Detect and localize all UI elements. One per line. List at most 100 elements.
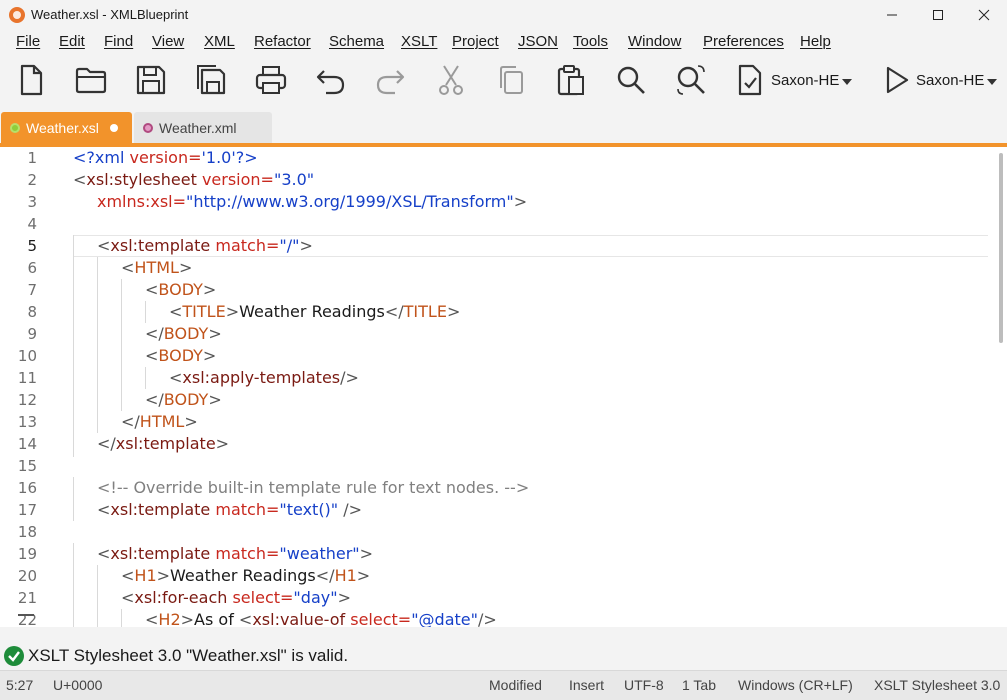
code-token: BODY: [158, 280, 203, 299]
run-engine-label[interactable]: Saxon-HE: [916, 72, 984, 89]
insert-mode[interactable]: Insert: [569, 677, 604, 693]
code-token: </: [315, 566, 335, 585]
modified-dot-icon: [109, 124, 118, 132]
code-line: <xsl:for-each select="day">: [121, 587, 351, 609]
validate-dropdown-icon[interactable]: [842, 79, 852, 85]
code-token: xsl:template: [110, 544, 216, 563]
menu-find[interactable]: Find: [104, 33, 133, 50]
find-replace-button[interactable]: [671, 60, 711, 100]
line-number: 5: [27, 237, 37, 255]
code-token: BODY: [158, 346, 203, 365]
code-line: </BODY>: [145, 389, 222, 411]
new-file-button[interactable]: [11, 60, 51, 100]
copy-button[interactable]: [491, 60, 531, 100]
code-token: H1: [334, 566, 357, 585]
run-dropdown-icon[interactable]: [987, 79, 997, 85]
run-button[interactable]: [876, 60, 916, 100]
code-token: </: [145, 390, 164, 409]
code-line: <TITLE>Weather Readings</TITLE>: [169, 301, 460, 323]
code-token: "http://www.w3.org/1999/XSL/Transform": [186, 192, 514, 211]
validate-button[interactable]: [730, 60, 770, 100]
fold-marker: [18, 614, 34, 616]
line-number: 10: [17, 347, 37, 365]
validate-engine-label[interactable]: Saxon-HE: [771, 72, 839, 89]
code-line: </BODY>: [145, 323, 222, 345]
menu-help[interactable]: Help: [800, 33, 831, 50]
code-token: xsl:value-of: [252, 610, 351, 627]
code-token: <: [97, 544, 111, 563]
new-file-icon: [20, 64, 43, 96]
copy-icon: [500, 66, 523, 94]
close-button[interactable]: [961, 0, 1007, 30]
paste-button[interactable]: [551, 60, 591, 100]
toolbar: Saxon-HE Saxon-HE: [0, 54, 1007, 110]
code-token: <: [238, 610, 253, 627]
code-editor[interactable]: 1 2 3 4 5 6 7 8 9 10 11 12 13 14 15 16 17 18 19 20 21 22 <?xm…: [0, 147, 1007, 627]
code-area[interactable]: <?xml version='1.0'?> <xsl:stylesheet ver…: [73, 147, 988, 627]
menu-json[interactable]: JSON: [518, 33, 558, 50]
undo-icon: [316, 70, 345, 95]
open-folder-icon: [75, 67, 107, 94]
vertical-scrollbar[interactable]: [993, 147, 1007, 627]
code-token: >: [180, 610, 195, 627]
menu-view[interactable]: View: [152, 33, 184, 50]
window-title: Weather.xsl - XMLBlueprint: [31, 7, 189, 22]
indent-guide: [121, 609, 122, 627]
menu-refactor[interactable]: Refactor: [254, 33, 311, 50]
code-token: <: [169, 302, 183, 321]
find-button[interactable]: [611, 60, 651, 100]
redo-button[interactable]: [370, 60, 410, 100]
save-all-button[interactable]: [191, 60, 231, 100]
scrollbar-thumb[interactable]: [999, 153, 1003, 343]
menu-xml[interactable]: XML: [204, 33, 235, 50]
open-button[interactable]: [71, 60, 111, 100]
encoding[interactable]: UTF-8: [624, 677, 664, 693]
line-ending[interactable]: Windows (CR+LF): [738, 677, 853, 693]
tab-weather-xml[interactable]: Weather.xml: [134, 112, 272, 144]
menu-schema[interactable]: Schema: [329, 33, 384, 50]
code-line: </xsl:template>: [97, 433, 229, 455]
menu-project[interactable]: Project: [452, 33, 499, 50]
line-number: 12: [17, 391, 37, 409]
menu-window[interactable]: Window: [628, 33, 681, 50]
code-token: </: [121, 412, 140, 431]
cursor-position: 5:27: [6, 677, 34, 693]
indent-guide: [97, 565, 98, 627]
line-number: 18: [17, 523, 37, 541]
undo-button[interactable]: [311, 60, 351, 100]
code-token: <: [145, 346, 159, 365]
code-token: "day": [293, 588, 338, 607]
code-line: <H2>As of <xsl:value-of select="@date"/>: [145, 609, 497, 627]
menu-file[interactable]: File: [16, 33, 40, 50]
line-number: 3: [27, 193, 37, 211]
code-token: <: [169, 368, 183, 387]
tab-label: Weather.xsl: [26, 120, 99, 136]
indent-setting[interactable]: 1 Tab: [682, 677, 716, 693]
close-icon: [978, 9, 990, 21]
menu-preferences[interactable]: Preferences: [703, 33, 784, 50]
line-number-gutter: 1 2 3 4 5 6 7 8 9 10 11 12 13 14 15 16 17 18 19 20 21 22: [0, 147, 64, 627]
validation-message: XSLT Stylesheet 3.0 "Weather.xsl" is val…: [28, 646, 349, 665]
document-type[interactable]: XSLT Stylesheet 3.0: [874, 677, 1000, 693]
code-token: >: [337, 588, 351, 607]
code-token: xsl:for-each: [134, 588, 233, 607]
minimize-button[interactable]: [869, 0, 915, 30]
maximize-button[interactable]: [915, 0, 961, 30]
code-line: <HTML>: [121, 257, 192, 279]
menu-xslt[interactable]: XSLT: [401, 33, 437, 50]
menu-tools[interactable]: Tools: [573, 33, 608, 50]
cut-button[interactable]: [431, 60, 471, 100]
app-logo-icon: [9, 7, 25, 23]
line-number: 9: [27, 325, 37, 343]
code-line: <!-- Override built-in template rule for…: [97, 477, 529, 499]
print-button[interactable]: [251, 60, 291, 100]
indent-guide: [145, 367, 146, 389]
code-token: BODY: [163, 390, 209, 409]
line-number: 8: [27, 303, 37, 321]
menu-edit[interactable]: Edit: [59, 33, 85, 50]
tab-weather-xsl[interactable]: Weather.xsl: [1, 112, 132, 144]
save-button[interactable]: [131, 60, 171, 100]
code-token: >: [299, 236, 313, 255]
code-token: >: [156, 566, 171, 585]
code-token: version=: [201, 170, 274, 189]
